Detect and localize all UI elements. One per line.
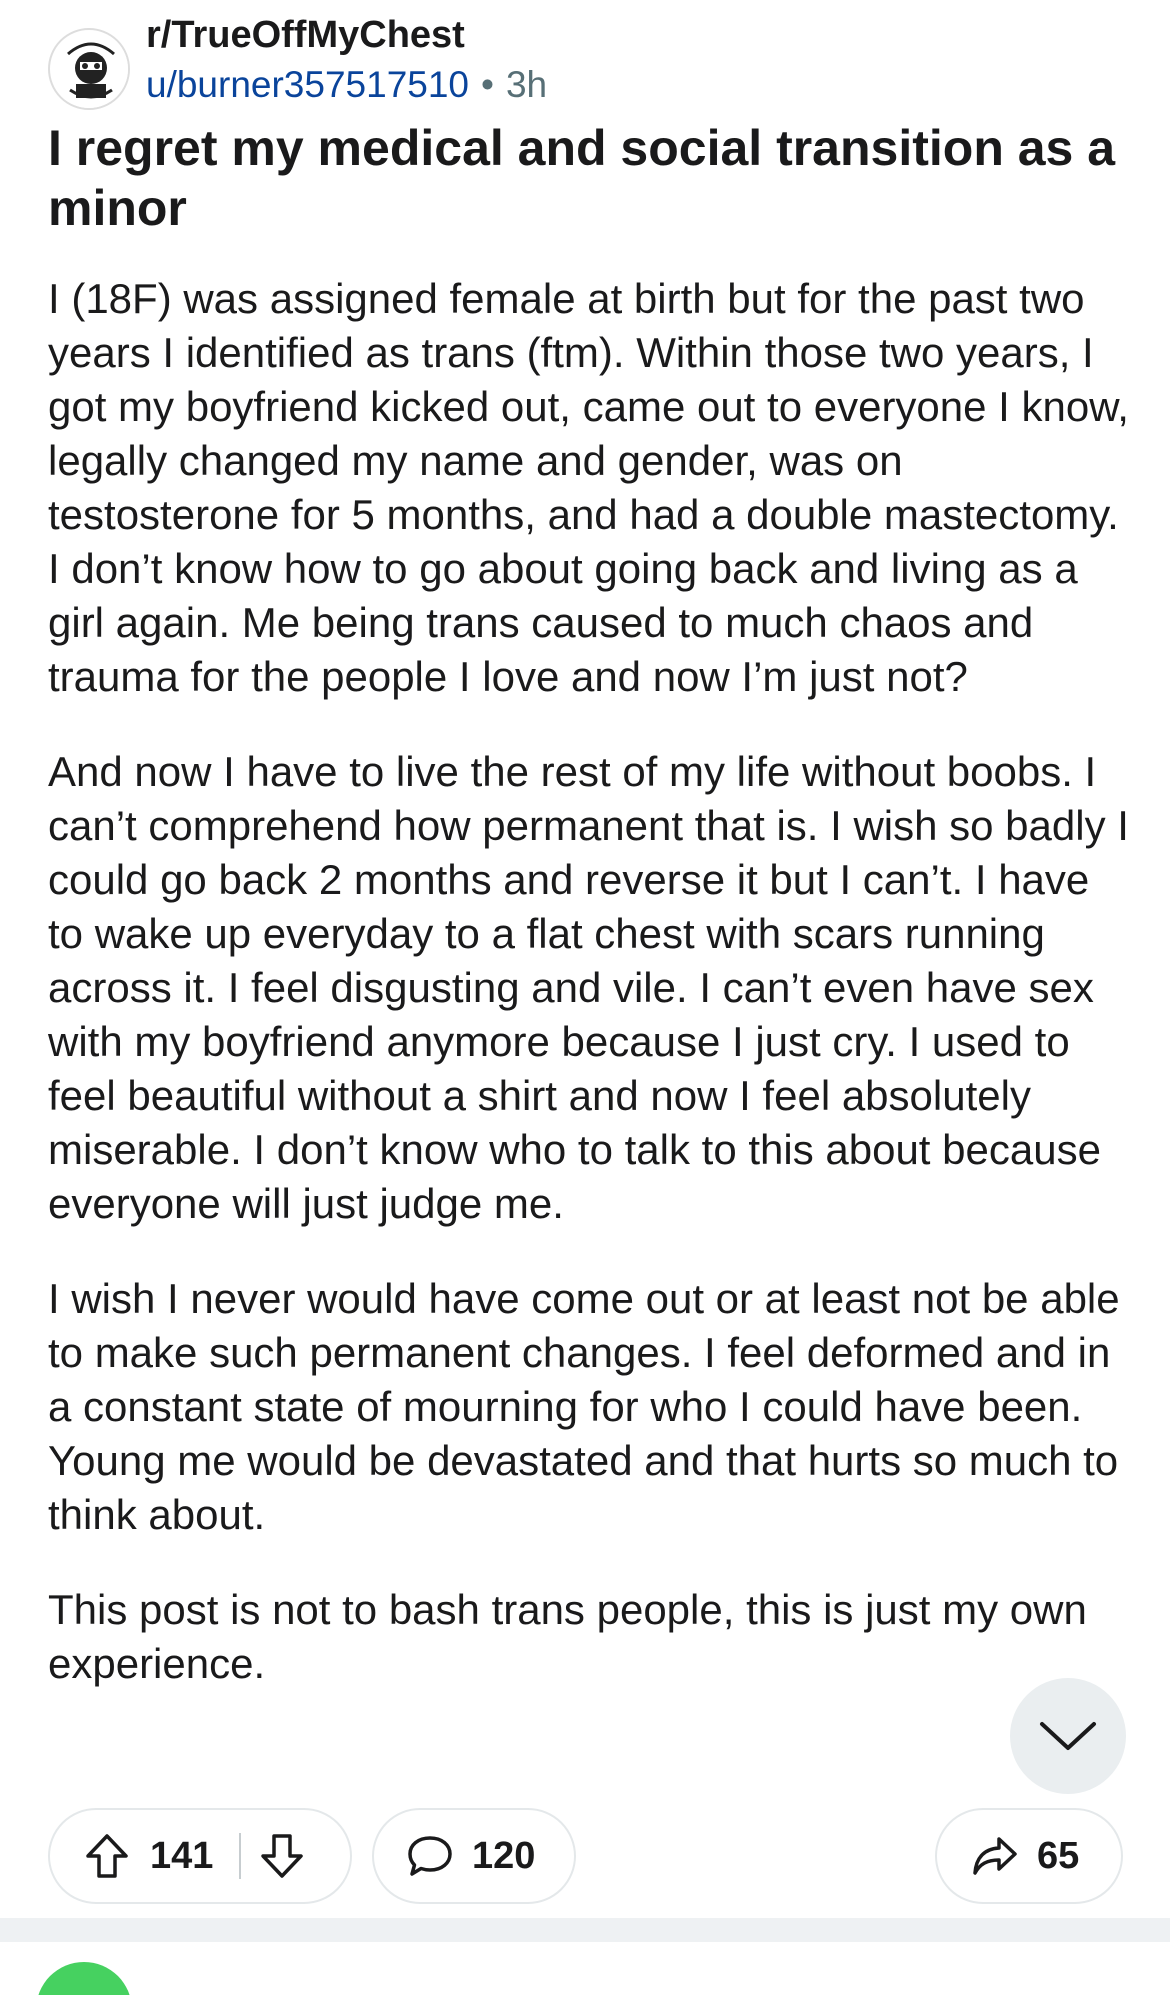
post-age: 3h [505,64,548,105]
feed-divider [0,1918,1170,1942]
vote-control: 141 [48,1808,352,1904]
comment-count: 120 [472,1834,536,1877]
share-icon [971,1835,1019,1877]
next-post-avatar[interactable] [36,1962,132,1995]
post-title: I regret my medical and social transitio… [48,120,1116,236]
comments-button[interactable]: 120 [372,1808,576,1904]
scroll-down-button[interactable] [1010,1678,1126,1794]
chevron-down-icon [1038,1718,1098,1754]
upvote-icon[interactable] [84,1832,130,1880]
author-link[interactable]: u/burner357517510 [146,64,469,105]
vote-divider [239,1833,242,1879]
upvote-count: 141 [150,1834,214,1877]
share-count: 65 [1037,1834,1080,1877]
subreddit-avatar[interactable] [48,28,130,110]
comment-icon [406,1834,454,1878]
share-button[interactable]: 65 [935,1808,1123,1904]
post-paragraph: And now I have to live the rest of my li… [48,748,1129,1227]
post-body: I (18F) was assigned female at birth but… [48,272,1133,1732]
meta-separator: • [481,64,494,105]
post-meta: u/burner357517510 • 3h [146,64,547,106]
post-paragraph: I wish I never would have come out or at… [48,1275,1120,1538]
post-actions: 141 120 65 [48,1808,1123,1904]
post-header: r/TrueOffMyChest u/burner357517510 • 3h [48,14,1128,110]
post-paragraph: I (18F) was assigned female at birth but… [48,275,1129,700]
downvote-icon[interactable] [259,1832,305,1880]
post-paragraph: This post is not to bash trans people, t… [48,1586,1087,1687]
subreddit-name[interactable]: r/TrueOffMyChest [146,14,465,57]
